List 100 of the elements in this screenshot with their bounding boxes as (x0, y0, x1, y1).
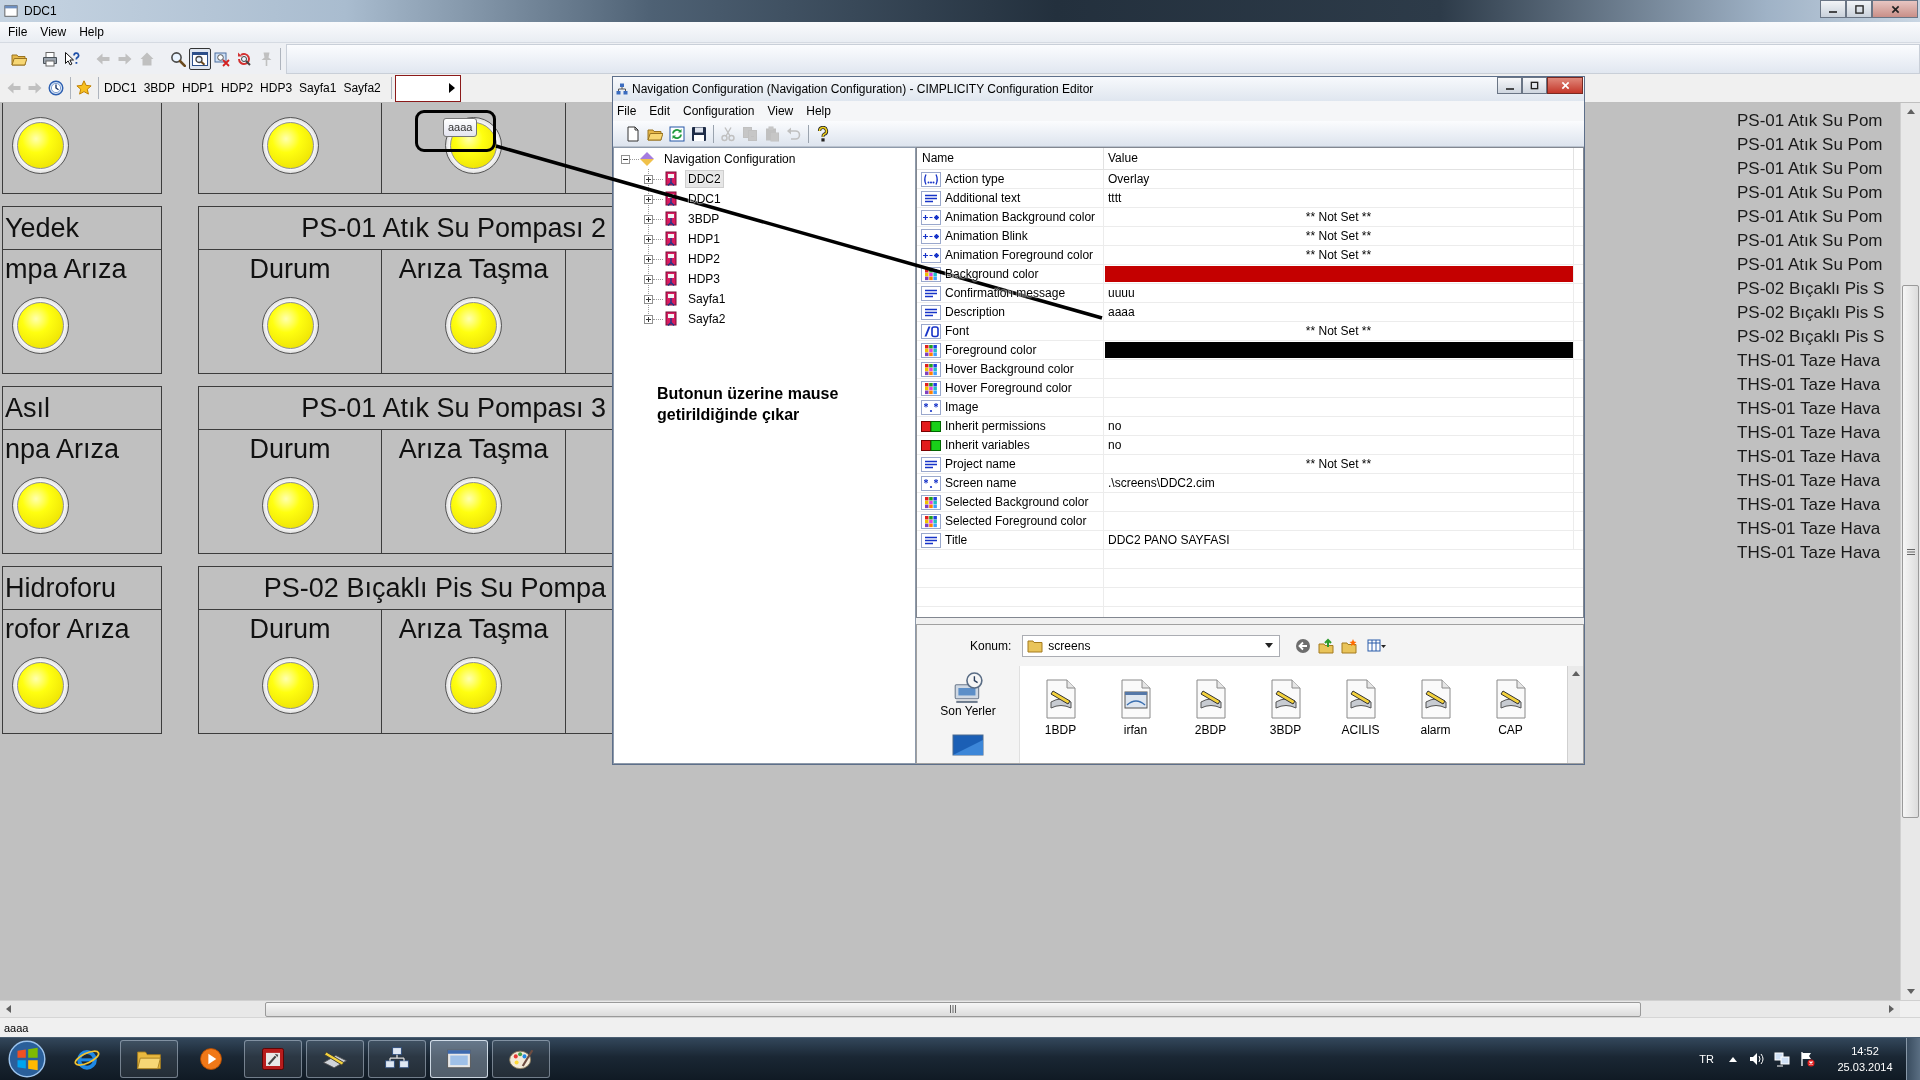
property-name[interactable]: Hover Foreground color (945, 381, 1072, 395)
menu-item[interactable]: Configuration (683, 104, 755, 118)
menu-item[interactable]: View (767, 104, 794, 118)
property-name[interactable]: Animation Blink (945, 229, 1028, 243)
document-item[interactable]: irfan (1098, 679, 1173, 738)
nav-link[interactable]: DDC1 (104, 81, 137, 95)
tree-item[interactable]: DDC2 (685, 170, 724, 188)
property-placeholder[interactable]: ** Not Set ** (1305, 248, 1372, 262)
property-name[interactable]: Selected Foreground color (945, 514, 1087, 528)
property-name[interactable]: Inherit variables (945, 438, 1030, 452)
taskbar-button[interactable] (120, 1040, 178, 1078)
toolbar-button[interactable] (189, 47, 211, 70)
tree-item[interactable]: Sayfa1 (685, 290, 729, 308)
property-name[interactable]: Inherit permissions (945, 419, 1046, 433)
document-item[interactable]: 1BDP (1023, 679, 1098, 738)
property-name[interactable]: Foreground color (945, 343, 1037, 357)
property-value[interactable]: aaaa (1108, 305, 1135, 319)
up-arrow-icon[interactable] (1728, 1056, 1738, 1062)
property-name[interactable]: Additional text (945, 191, 1021, 205)
show-desktop-button[interactable] (1906, 1038, 1920, 1080)
minimize-button[interactable] (1497, 77, 1522, 94)
new-folder-icon[interactable] (1341, 637, 1358, 654)
color-swatch[interactable] (1105, 342, 1573, 358)
expand-icon[interactable] (644, 314, 653, 324)
nav-link[interactable]: HDP2 (221, 81, 254, 95)
property-name[interactable]: Background color (945, 267, 1039, 281)
scroll-thumb[interactable] (1902, 285, 1919, 818)
collapse-icon[interactable] (621, 154, 630, 164)
toolbar-button[interactable] (689, 124, 709, 143)
property-name[interactable]: Animation Background color (945, 210, 1096, 224)
document-item[interactable]: ACILIS (1323, 679, 1398, 738)
maximize-button[interactable] (1522, 77, 1547, 94)
taskbar-button[interactable] (368, 1040, 426, 1078)
tree-item[interactable]: Navigation Configuration (661, 150, 799, 168)
property-placeholder[interactable]: ** Not Set ** (1305, 324, 1372, 338)
property-placeholder[interactable]: ** Not Set ** (1305, 210, 1372, 224)
document-item[interactable]: 3BDP (1248, 679, 1323, 738)
expand-icon[interactable] (644, 294, 653, 304)
column-header[interactable]: Value (1104, 148, 1574, 169)
start-button[interactable] (8, 1040, 46, 1078)
property-name[interactable]: Project name (945, 457, 1016, 471)
menu-item[interactable]: File (8, 25, 28, 39)
place-item[interactable] (952, 734, 984, 756)
menu-item[interactable]: View (40, 25, 67, 39)
document-item[interactable]: 2BDP (1173, 679, 1248, 738)
property-value[interactable]: no (1108, 438, 1122, 452)
menu-item[interactable]: File (617, 104, 637, 118)
expand-icon[interactable] (644, 234, 653, 244)
folder-up-icon[interactable] (1318, 637, 1335, 654)
menu-item[interactable]: Help (79, 25, 104, 39)
nav-link[interactable]: HDP3 (260, 81, 293, 95)
view-menu-icon[interactable] (1367, 637, 1388, 654)
tree-item[interactable]: HDP2 (685, 250, 723, 268)
taskbar-button[interactable] (306, 1040, 364, 1078)
taskbar-button[interactable] (492, 1040, 550, 1078)
nav-link[interactable]: HDP1 (182, 81, 215, 95)
property-name[interactable]: Title (945, 533, 968, 547)
property-name[interactable]: Action type (945, 172, 1005, 186)
document-item[interactable]: alarm (1398, 679, 1473, 738)
property-name[interactable]: Description (945, 305, 1006, 319)
property-name[interactable]: Hover Background color (945, 362, 1074, 376)
color-swatch[interactable] (1105, 266, 1573, 282)
property-placeholder[interactable]: ** Not Set ** (1305, 457, 1372, 471)
nav-link[interactable]: 3BDP (143, 81, 176, 95)
expand-icon[interactable] (644, 254, 653, 264)
property-name[interactable]: Selected Background color (945, 495, 1089, 509)
property-value[interactable]: Overlay (1108, 172, 1150, 186)
close-button[interactable] (1872, 0, 1918, 18)
property-value[interactable]: tttt (1108, 191, 1122, 205)
property-value[interactable]: no (1108, 419, 1122, 433)
property-value[interactable]: DDC2 PANO SAYFASI (1108, 533, 1230, 547)
property-placeholder[interactable]: ** Not Set ** (1305, 229, 1372, 243)
property-name[interactable]: Image (945, 400, 979, 414)
property-name[interactable]: Confirmation message (945, 286, 1066, 300)
tree-item[interactable]: HDP1 (685, 230, 723, 248)
network-status-icon[interactable] (1774, 1051, 1790, 1067)
expand-icon[interactable] (644, 194, 653, 204)
expand-icon[interactable] (644, 214, 653, 224)
property-value[interactable]: .\screens\DDC2.cim (1108, 476, 1215, 490)
tree-item[interactable]: Sayfa2 (685, 310, 729, 328)
column-header[interactable]: Name (917, 148, 1104, 169)
tree-item[interactable]: HDP3 (685, 270, 723, 288)
language-indicator[interactable]: TR (1699, 1053, 1714, 1065)
document-item[interactable]: CAP (1473, 679, 1548, 738)
location-dropdown[interactable]: screens (1022, 634, 1281, 657)
expand-icon[interactable] (644, 174, 653, 184)
nav-link[interactable]: Sayfa1 (299, 81, 337, 95)
property-name[interactable]: Font (945, 324, 969, 338)
property-name[interactable]: Animation Foreground color (945, 248, 1094, 262)
tree-item[interactable]: 3BDP (685, 210, 723, 228)
property-name[interactable]: Screen name (945, 476, 1017, 490)
overflow-button[interactable] (394, 74, 461, 102)
nav-link[interactable]: Sayfa2 (343, 81, 381, 95)
minimize-button[interactable] (1820, 0, 1846, 18)
back-icon[interactable] (1295, 637, 1312, 654)
taskbar-button[interactable] (430, 1040, 488, 1078)
menu-item[interactable]: Edit (649, 104, 671, 118)
menu-item[interactable]: Help (806, 104, 831, 118)
property-value[interactable]: uuuu (1108, 286, 1135, 300)
taskbar-button[interactable] (244, 1040, 302, 1078)
